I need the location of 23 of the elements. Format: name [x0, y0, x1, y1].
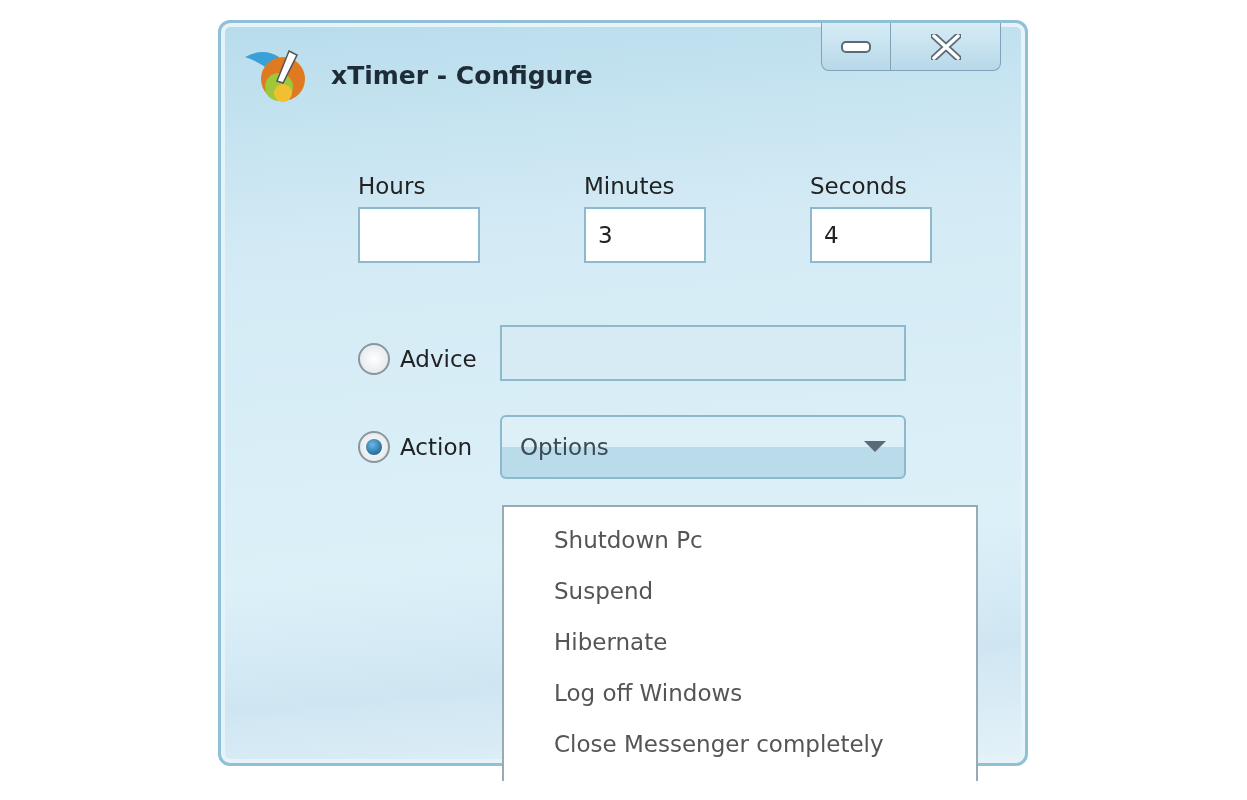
close-button[interactable]: [891, 23, 1001, 71]
window-title: xTimer - Configure: [331, 61, 593, 90]
dropdown-item[interactable]: Log off Windows: [554, 674, 976, 713]
dropdown-item[interactable]: Close Messenger completely: [554, 725, 976, 764]
radio-button[interactable]: [358, 343, 390, 375]
field-label: Minutes: [584, 173, 676, 199]
minimize-button[interactable]: [821, 23, 891, 71]
advice-input-field[interactable]: [500, 325, 906, 381]
dropdown-item[interactable]: Suspend: [554, 572, 976, 611]
caret-icon: [864, 441, 886, 453]
options-dropdown[interactable]: Options: [500, 415, 906, 479]
dropdown-item[interactable]: Hibernate: [554, 623, 976, 662]
field-label: Seconds: [810, 173, 908, 199]
time-input-field[interactable]: 4: [810, 207, 932, 263]
minimize-icon: [841, 40, 871, 53]
time-input-field[interactable]: 3: [584, 207, 706, 263]
dropdown-item[interactable]: Shutdown Pc: [554, 521, 976, 560]
time-input-field[interactable]: [358, 207, 480, 263]
radio-label: Action: [400, 434, 474, 460]
close-icon: [930, 33, 961, 60]
radio-label: Advice: [400, 346, 478, 372]
radio-button[interactable]: [358, 431, 390, 463]
field-label: Hours: [358, 173, 427, 199]
